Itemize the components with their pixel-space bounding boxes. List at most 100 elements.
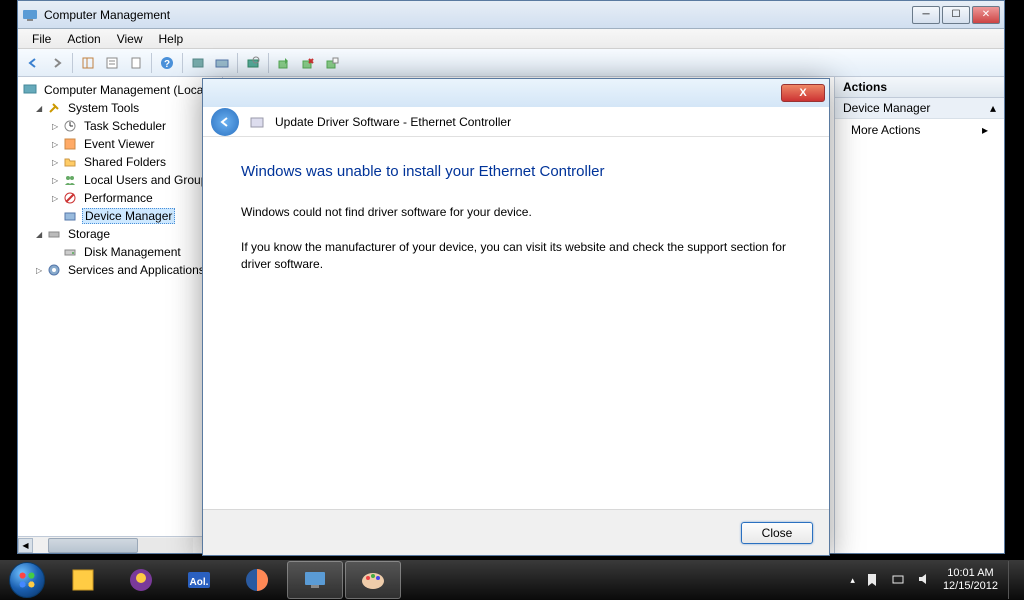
actions-header: Actions [835, 77, 1004, 98]
task-sticky-notes[interactable] [55, 561, 111, 599]
tree-label: Shared Folders [82, 155, 168, 169]
export-button[interactable] [125, 52, 147, 74]
book-icon [62, 136, 78, 152]
close-button[interactable]: ✕ [972, 6, 1000, 24]
app-icon [22, 7, 38, 23]
date-text: 12/15/2012 [943, 580, 998, 593]
task-paint[interactable] [345, 561, 401, 599]
menubar: File Action View Help [18, 29, 1004, 49]
time-text: 10:01 AM [943, 567, 998, 580]
users-icon [62, 172, 78, 188]
folder-icon [62, 154, 78, 170]
task-firefox[interactable] [229, 561, 285, 599]
menu-view[interactable]: View [109, 30, 151, 48]
titlebar[interactable]: Computer Management ─ ☐ ✕ [18, 1, 1004, 29]
expand-icon[interactable]: ▷ [36, 266, 46, 275]
toolbar-icon[interactable] [211, 52, 233, 74]
tree-scrollbar[interactable]: ◀ ▶ [18, 536, 223, 553]
clock-icon [62, 118, 78, 134]
tree-disk-mgmt[interactable]: Disk Management [18, 243, 222, 261]
maximize-button[interactable]: ☐ [942, 6, 970, 24]
actions-pane: Actions Device Manager ▴ More Actions ▸ [834, 77, 1004, 553]
scan-hardware-button[interactable] [242, 52, 264, 74]
expand-icon[interactable]: ▷ [52, 176, 62, 185]
expand-icon[interactable]: ▷ [52, 158, 62, 167]
clock[interactable]: 10:01 AM 12/15/2012 [943, 567, 998, 593]
tree-label: Task Scheduler [82, 119, 168, 133]
services-icon [46, 262, 62, 278]
dialog-text-1: Windows could not find driver software f… [241, 204, 791, 221]
show-hidden-icons[interactable]: ▴ [850, 575, 855, 586]
tree-root[interactable]: Computer Management (Local) [18, 81, 222, 99]
network-icon[interactable] [891, 572, 907, 588]
actions-group-label: Device Manager [843, 101, 930, 115]
task-aol[interactable]: Aol. [171, 561, 227, 599]
task-messenger[interactable] [113, 561, 169, 599]
task-computer-management[interactable] [287, 561, 343, 599]
storage-icon [46, 226, 62, 242]
expand-icon[interactable]: ◢ [36, 104, 46, 113]
close-button[interactable]: Close [741, 522, 813, 544]
dialog-back-button[interactable] [211, 108, 239, 136]
tree-pane[interactable]: Computer Management (Local) ◢ System Too… [18, 77, 223, 553]
dialog-breadcrumb: Update Driver Software - Ethernet Contro… [203, 107, 829, 137]
tree-event-viewer[interactable]: ▷ Event Viewer [18, 135, 222, 153]
scrollbar-thumb[interactable] [48, 538, 138, 553]
tree-label: Event Viewer [82, 137, 156, 151]
window-title: Computer Management [44, 8, 912, 22]
windows-orb-icon [9, 562, 45, 598]
tree-performance[interactable]: ▷ Performance [18, 189, 222, 207]
chevron-right-icon: ▸ [982, 123, 988, 137]
tree-shared-folders[interactable]: ▷ Shared Folders [18, 153, 222, 171]
update-driver-button[interactable] [273, 52, 295, 74]
tree-storage[interactable]: ◢ Storage [18, 225, 222, 243]
breadcrumb-text: Update Driver Software - Ethernet Contro… [275, 115, 511, 129]
properties-button[interactable] [101, 52, 123, 74]
separator [151, 53, 152, 73]
taskbar: Aol. ▴ 10:01 AM 12/15/2012 [0, 560, 1024, 600]
show-hide-tree-button[interactable] [77, 52, 99, 74]
volume-icon[interactable] [917, 572, 933, 588]
menu-action[interactable]: Action [59, 30, 108, 48]
tree-task-scheduler[interactable]: ▷ Task Scheduler [18, 117, 222, 135]
dialog-close-button[interactable]: X [781, 84, 825, 102]
dialog-titlebar[interactable]: X [203, 79, 829, 107]
separator [268, 53, 269, 73]
expand-icon[interactable]: ◢ [36, 230, 46, 239]
uninstall-button[interactable] [297, 52, 319, 74]
separator [237, 53, 238, 73]
tree-label: Computer Management (Local) [42, 83, 212, 97]
device-icon [249, 114, 265, 130]
more-actions[interactable]: More Actions ▸ [835, 119, 1004, 141]
svg-text:?: ? [164, 59, 170, 70]
tree-services[interactable]: ▷ Services and Applications [18, 261, 222, 279]
dialog-content: Windows was unable to install your Ether… [203, 137, 829, 509]
dialog-text-2: If you know the manufacturer of your dev… [241, 239, 791, 273]
tree-label: Services and Applications [66, 263, 207, 277]
toolbar-icon[interactable] [187, 52, 209, 74]
tree-device-manager[interactable]: Device Manager [18, 207, 222, 225]
minimize-button[interactable]: ─ [912, 6, 940, 24]
device-icon [62, 208, 78, 224]
tree-system-tools[interactable]: ◢ System Tools [18, 99, 222, 117]
expand-icon[interactable]: ▷ [52, 194, 62, 203]
dialog-footer: Close [203, 509, 829, 555]
help-button[interactable]: ? [156, 52, 178, 74]
expand-icon[interactable]: ▷ [52, 122, 62, 131]
menu-file[interactable]: File [24, 30, 59, 48]
actions-group[interactable]: Device Manager ▴ [835, 98, 1004, 119]
back-button[interactable] [22, 52, 44, 74]
start-button[interactable] [0, 560, 54, 600]
collapse-icon[interactable]: ▴ [990, 101, 996, 115]
tree-label: System Tools [66, 101, 141, 115]
show-desktop-button[interactable] [1008, 561, 1016, 599]
expand-icon[interactable]: ▷ [52, 140, 62, 149]
action-center-icon[interactable] [865, 572, 881, 588]
tree-label: Performance [82, 191, 155, 205]
tree-label: Storage [66, 227, 112, 241]
tree-local-users[interactable]: ▷ Local Users and Groups [18, 171, 222, 189]
disable-button[interactable] [321, 52, 343, 74]
forward-button[interactable] [46, 52, 68, 74]
performance-icon [62, 190, 78, 206]
menu-help[interactable]: Help [151, 30, 192, 48]
